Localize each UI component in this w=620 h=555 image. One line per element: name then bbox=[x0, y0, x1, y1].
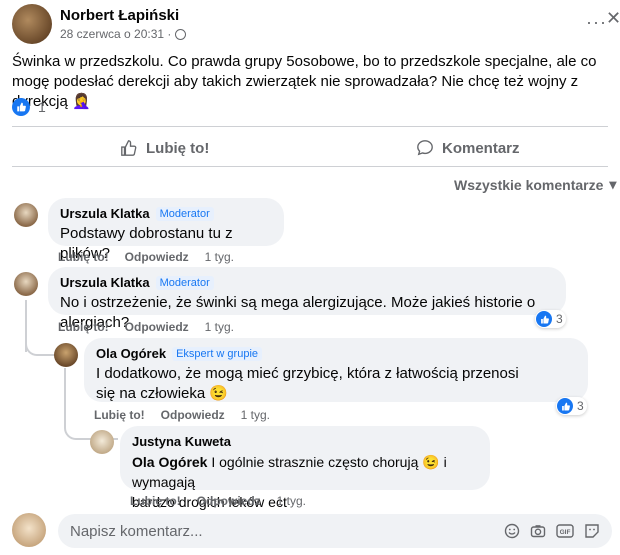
like-reaction-icon bbox=[536, 311, 552, 327]
camera-icon[interactable] bbox=[530, 523, 546, 539]
post-meta: 28 czerwca o 20:31 · bbox=[60, 27, 187, 41]
comment-author-row: Urszula Klatka Moderator bbox=[60, 206, 272, 221]
comment-input-placeholder: Napisz komentarz... bbox=[70, 522, 203, 540]
comment-author[interactable]: Ola Ogórek bbox=[96, 346, 166, 361]
svg-text:GIF: GIF bbox=[560, 529, 571, 536]
comment-reply-link[interactable]: Odpowiedz bbox=[161, 408, 225, 422]
reaction-count[interactable]: 1 bbox=[38, 99, 46, 115]
comment-time[interactable]: 1 tyg. bbox=[277, 494, 306, 508]
gif-icon[interactable]: GIF bbox=[556, 523, 574, 539]
expert-badge: Ekspert w grupie bbox=[172, 346, 263, 361]
comment-reactions[interactable]: 3 bbox=[556, 397, 587, 415]
commenter-avatar[interactable] bbox=[14, 203, 38, 227]
post-text: Świnka w przedszkolu. Co prawda grupy 5o… bbox=[12, 53, 597, 110]
comment-text: I dodatkowo, że mogą mieć grzybicę, któr… bbox=[96, 365, 519, 402]
like-button[interactable]: Lubię to! bbox=[120, 138, 209, 158]
like-reaction-icon bbox=[557, 398, 573, 414]
comment-bubble: Urszula Klatka Moderator Podstawy dobros… bbox=[48, 198, 284, 262]
comment-reply-link[interactable]: Odpowiedz bbox=[197, 494, 261, 508]
comment-author[interactable]: Urszula Klatka bbox=[60, 206, 150, 221]
moderator-badge: Moderator bbox=[155, 275, 214, 290]
comment-filter[interactable]: Wszystkie komentarze ▾ bbox=[454, 176, 616, 193]
comment-author-row: Justyna Kuweta bbox=[132, 434, 478, 449]
comment-author-row: Ola Ogórek Ekspert w grupie bbox=[96, 346, 576, 361]
comment-bubble: Ola Ogórek Ekspert w grupie I dodatkowo,… bbox=[84, 338, 588, 402]
comment-like-link[interactable]: Lubię to! bbox=[58, 250, 109, 264]
comment-time[interactable]: 1 tyg. bbox=[205, 250, 234, 264]
comment-reaction-count: 3 bbox=[577, 399, 584, 413]
post-date[interactable]: 28 czerwca o 20:31 · bbox=[60, 27, 171, 41]
moderator-badge: Moderator bbox=[155, 206, 214, 221]
post-author[interactable]: Norbert Łapiński bbox=[60, 7, 179, 24]
comment-actions: Lubię to! Odpowiedz 1 tyg. bbox=[130, 494, 306, 508]
current-user-avatar[interactable] bbox=[12, 513, 46, 547]
more-options-icon[interactable]: ··· bbox=[586, 12, 607, 33]
comment-button-label: Komentarz bbox=[442, 139, 520, 157]
globe-icon bbox=[175, 28, 187, 40]
comment-reply-link[interactable]: Odpowiedz bbox=[125, 250, 189, 264]
divider bbox=[12, 126, 608, 127]
comment-actions: Lubię to! Odpowiedz 1 tyg. bbox=[94, 408, 270, 422]
comment-button[interactable]: Komentarz bbox=[416, 138, 520, 158]
commenter-avatar[interactable] bbox=[90, 430, 114, 454]
comment-time[interactable]: 1 tyg. bbox=[241, 408, 270, 422]
comment-reply-link[interactable]: Odpowiedz bbox=[125, 320, 189, 334]
composer-icons: GIF bbox=[504, 523, 600, 539]
comment-author[interactable]: Urszula Klatka bbox=[60, 275, 150, 290]
comment-like-link[interactable]: Lubię to! bbox=[130, 494, 181, 508]
comment-reaction-count: 3 bbox=[556, 312, 563, 326]
comment-actions: Lubię to! Odpowiedz 1 tyg. bbox=[58, 320, 234, 334]
comment-actions: Lubię to! Odpowiedz 1 tyg. bbox=[58, 250, 234, 264]
author-avatar[interactable] bbox=[12, 4, 52, 44]
like-button-label: Lubię to! bbox=[146, 139, 210, 157]
like-reaction-icon bbox=[12, 98, 30, 116]
comment-bubble: Justyna Kuweta Ola Ogórek I ogólnie stra… bbox=[120, 426, 490, 510]
commenter-avatar[interactable] bbox=[54, 343, 78, 367]
comment-reactions[interactable]: 3 bbox=[535, 310, 566, 328]
comment-author-row: Urszula Klatka Moderator bbox=[60, 275, 554, 290]
post-reactions[interactable]: 1 bbox=[12, 98, 46, 116]
comment-like-link[interactable]: Lubię to! bbox=[94, 408, 145, 422]
divider bbox=[12, 166, 608, 167]
comment-like-link[interactable]: Lubię to! bbox=[58, 320, 109, 334]
thumbs-up-icon bbox=[121, 140, 137, 156]
comment-bubble: Urszula Klatka Moderator No i ostrzeżeni… bbox=[48, 267, 566, 331]
comment-input[interactable]: Napisz komentarz... GIF bbox=[58, 514, 612, 548]
comment-filter-label: Wszystkie komentarze bbox=[454, 176, 604, 193]
chevron-down-icon: ▾ bbox=[609, 176, 617, 192]
commenter-avatar[interactable] bbox=[14, 272, 38, 296]
comment-time[interactable]: 1 tyg. bbox=[205, 320, 234, 334]
comment-icon bbox=[417, 140, 433, 156]
close-icon[interactable]: ✕ bbox=[606, 8, 620, 29]
mention-link[interactable]: Ola Ogórek bbox=[132, 454, 207, 470]
sticker-icon[interactable] bbox=[584, 523, 600, 539]
thread-connector bbox=[25, 330, 55, 356]
comment-author[interactable]: Justyna Kuweta bbox=[132, 434, 231, 449]
emoji-icon[interactable] bbox=[504, 523, 520, 539]
